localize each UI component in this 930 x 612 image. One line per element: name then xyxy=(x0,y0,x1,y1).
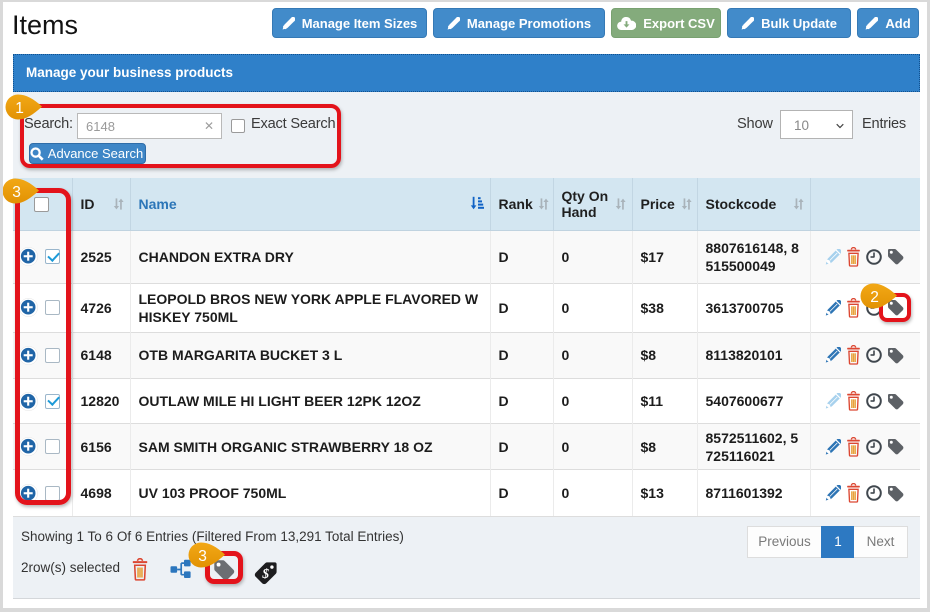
svg-text:3: 3 xyxy=(198,548,207,565)
svg-text:1: 1 xyxy=(15,100,24,117)
svg-text:2: 2 xyxy=(870,289,879,306)
svg-text:3: 3 xyxy=(12,184,21,201)
